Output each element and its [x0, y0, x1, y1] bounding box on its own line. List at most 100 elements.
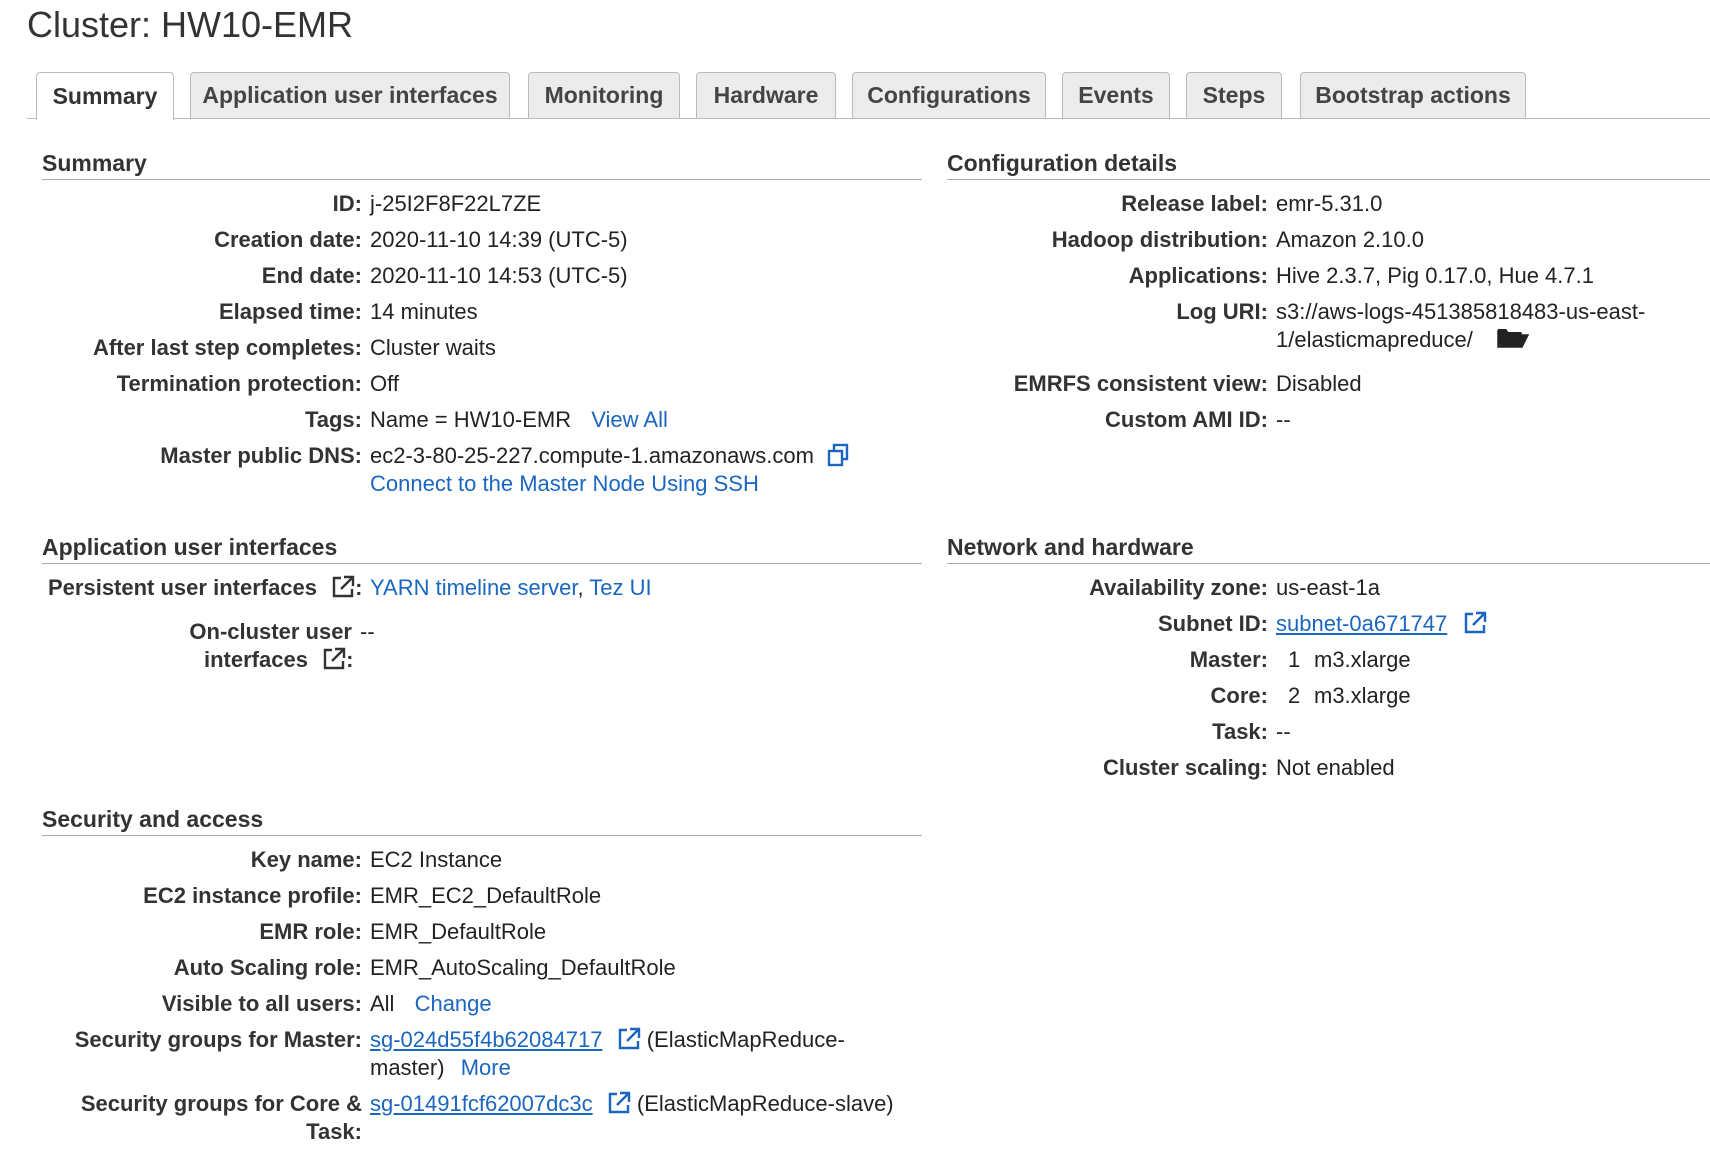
tags-value: Name = HW10-EMR: [370, 407, 572, 432]
cluster-scaling-label: Cluster scaling:: [1102, 755, 1268, 780]
yarn-timeline-link[interactable]: YARN timeline server: [370, 575, 577, 600]
hadoop-label: Hadoop distribution:: [1051, 227, 1268, 252]
connect-ssh-link[interactable]: Connect to the Master Node Using SSH: [370, 471, 759, 496]
change-visibility-link[interactable]: Change: [415, 991, 492, 1016]
sg-core-label-2: Task:: [306, 1119, 362, 1144]
emr-role-label: EMR role:: [259, 919, 362, 944]
copy-icon[interactable]: [826, 443, 850, 474]
external-link-icon[interactable]: [1463, 611, 1487, 642]
dns-label: Master public DNS:: [160, 443, 362, 468]
visible-users-value: All: [370, 991, 395, 1016]
id-label: ID:: [332, 191, 362, 216]
elapsed-value: 14 minutes: [370, 299, 478, 324]
availability-zone-value: us-east-1a: [1276, 575, 1380, 600]
security-rule: [42, 835, 922, 836]
log-uri-line1: s3://aws-logs-451385818483-us-east-: [1276, 299, 1646, 324]
end-label: End date:: [261, 263, 362, 288]
persistent-ui-colon: :: [355, 575, 363, 600]
security-section-title: Security and access: [42, 806, 264, 832]
link-separator: ,: [577, 575, 584, 600]
termination-value: Off: [370, 371, 399, 396]
cluster-scaling-value: Not enabled: [1276, 755, 1395, 780]
core-label: Core:: [1210, 683, 1268, 708]
tags-label: Tags:: [304, 407, 362, 432]
hadoop-value: Amazon 2.10.0: [1276, 227, 1424, 252]
sg-master-more-link[interactable]: More: [461, 1055, 511, 1080]
id-value: j-25I2F8F22L7ZE: [370, 191, 542, 216]
config-rule: [947, 179, 1710, 180]
summary-rule: [42, 179, 922, 180]
persistent-ui-row: Persistent user interfaces :: [48, 574, 362, 606]
master-count: 1: [1288, 647, 1301, 672]
ami-label: Custom AMI ID:: [1105, 407, 1268, 432]
release-value: emr-5.31.0: [1276, 191, 1383, 216]
ami-value: --: [1276, 407, 1291, 432]
subnet-link[interactable]: subnet-0a671747: [1276, 611, 1447, 636]
elapsed-label: Elapsed time:: [218, 299, 362, 324]
emrfs-value: Disabled: [1276, 371, 1362, 396]
oncluster-ui-value: --: [360, 619, 375, 644]
auto-scaling-role-value: EMR_AutoScaling_DefaultRole: [370, 955, 676, 980]
master-type: m3.xlarge: [1314, 647, 1411, 672]
external-link-icon[interactable]: [617, 1027, 641, 1058]
app-ui-rule: [42, 563, 922, 564]
end-value: 2020-11-10 14:53 (UTC-5): [370, 263, 628, 288]
release-label: Release label:: [1121, 191, 1268, 216]
persistent-ui-label: Persistent user interfaces: [48, 575, 318, 600]
oncluster-ui-label-1: On-cluster user: [189, 619, 352, 644]
tab-application-user-interfaces[interactable]: Application user interfaces: [190, 72, 510, 118]
tab-divider: [27, 118, 1710, 119]
instance-profile-label: EC2 instance profile:: [143, 883, 362, 908]
applications-value: Hive 2.3.7, Pig 0.17.0, Hue 4.7.1: [1276, 263, 1594, 288]
summary-section-title: Summary: [42, 150, 147, 176]
auto-scaling-role-label: Auto Scaling role:: [173, 955, 362, 980]
view-all-tags-link[interactable]: View All: [591, 407, 668, 432]
core-type: m3.xlarge: [1314, 683, 1411, 708]
creation-label: Creation date:: [214, 227, 362, 252]
sg-master-label: Security groups for Master:: [74, 1027, 362, 1052]
tab-configurations[interactable]: Configurations: [852, 72, 1046, 118]
log-uri-label: Log URI:: [1176, 299, 1268, 324]
tab-monitoring[interactable]: Monitoring: [528, 72, 680, 118]
key-name-label: Key name:: [250, 847, 362, 872]
after-value: Cluster waits: [370, 335, 496, 360]
tab-hardware[interactable]: Hardware: [696, 72, 836, 118]
sg-core-link[interactable]: sg-01491fcf62007dc3c: [370, 1091, 593, 1116]
log-uri-line2: 1/elasticmapreduce/: [1276, 327, 1473, 352]
dns-value: ec2-3-80-25-227.compute-1.amazonaws.com: [370, 443, 814, 468]
external-link-icon[interactable]: [331, 575, 355, 606]
config-log-row-2: 1/elasticmapreduce/: [1276, 326, 1530, 356]
sg-core-desc: (ElasticMapReduce-slave): [636, 1091, 894, 1116]
oncluster-ui-row-2: interfaces :: [204, 646, 353, 678]
after-label: After last step completes:: [93, 335, 362, 360]
availability-zone-label: Availability zone:: [1089, 575, 1268, 600]
persistent-ui-links: YARN timeline server, Tez UI: [370, 574, 652, 602]
network-rule: [947, 563, 1710, 564]
creation-value: 2020-11-10 14:39 (UTC-5): [370, 227, 628, 252]
sg-master-link[interactable]: sg-024d55f4b62084717: [370, 1027, 602, 1052]
emr-role-value: EMR_DefaultRole: [370, 919, 547, 944]
folder-open-icon[interactable]: [1497, 327, 1530, 356]
tab-events[interactable]: Events: [1062, 72, 1170, 118]
tab-steps[interactable]: Steps: [1186, 72, 1282, 118]
emrfs-label: EMRFS consistent view:: [1013, 371, 1268, 396]
external-link-icon[interactable]: [322, 647, 346, 678]
tab-bootstrap-actions[interactable]: Bootstrap actions: [1300, 72, 1526, 118]
sg-master-desc-1: (ElasticMapReduce-: [646, 1027, 845, 1052]
oncluster-ui-colon: :: [346, 647, 354, 672]
core-count: 2: [1288, 683, 1301, 708]
applications-label: Applications:: [1128, 263, 1268, 288]
master-label: Master:: [1189, 647, 1268, 672]
task-value: --: [1276, 719, 1291, 744]
tez-ui-link[interactable]: Tez UI: [589, 575, 651, 600]
visible-users-label: Visible to all users:: [161, 991, 362, 1016]
sg-master-desc-2: master): [370, 1055, 445, 1080]
oncluster-ui-label-2: interfaces: [204, 647, 308, 672]
external-link-icon[interactable]: [607, 1091, 631, 1122]
ssh-link-row: Connect to the Master Node Using SSH: [370, 470, 759, 498]
tab-summary[interactable]: Summary: [36, 72, 174, 120]
app-ui-section-title: Application user interfaces: [42, 534, 338, 560]
network-section-title: Network and hardware: [947, 534, 1194, 560]
key-name-value: EC2 Instance: [370, 847, 503, 872]
security-sg-master-row-2: master) More: [370, 1054, 511, 1082]
